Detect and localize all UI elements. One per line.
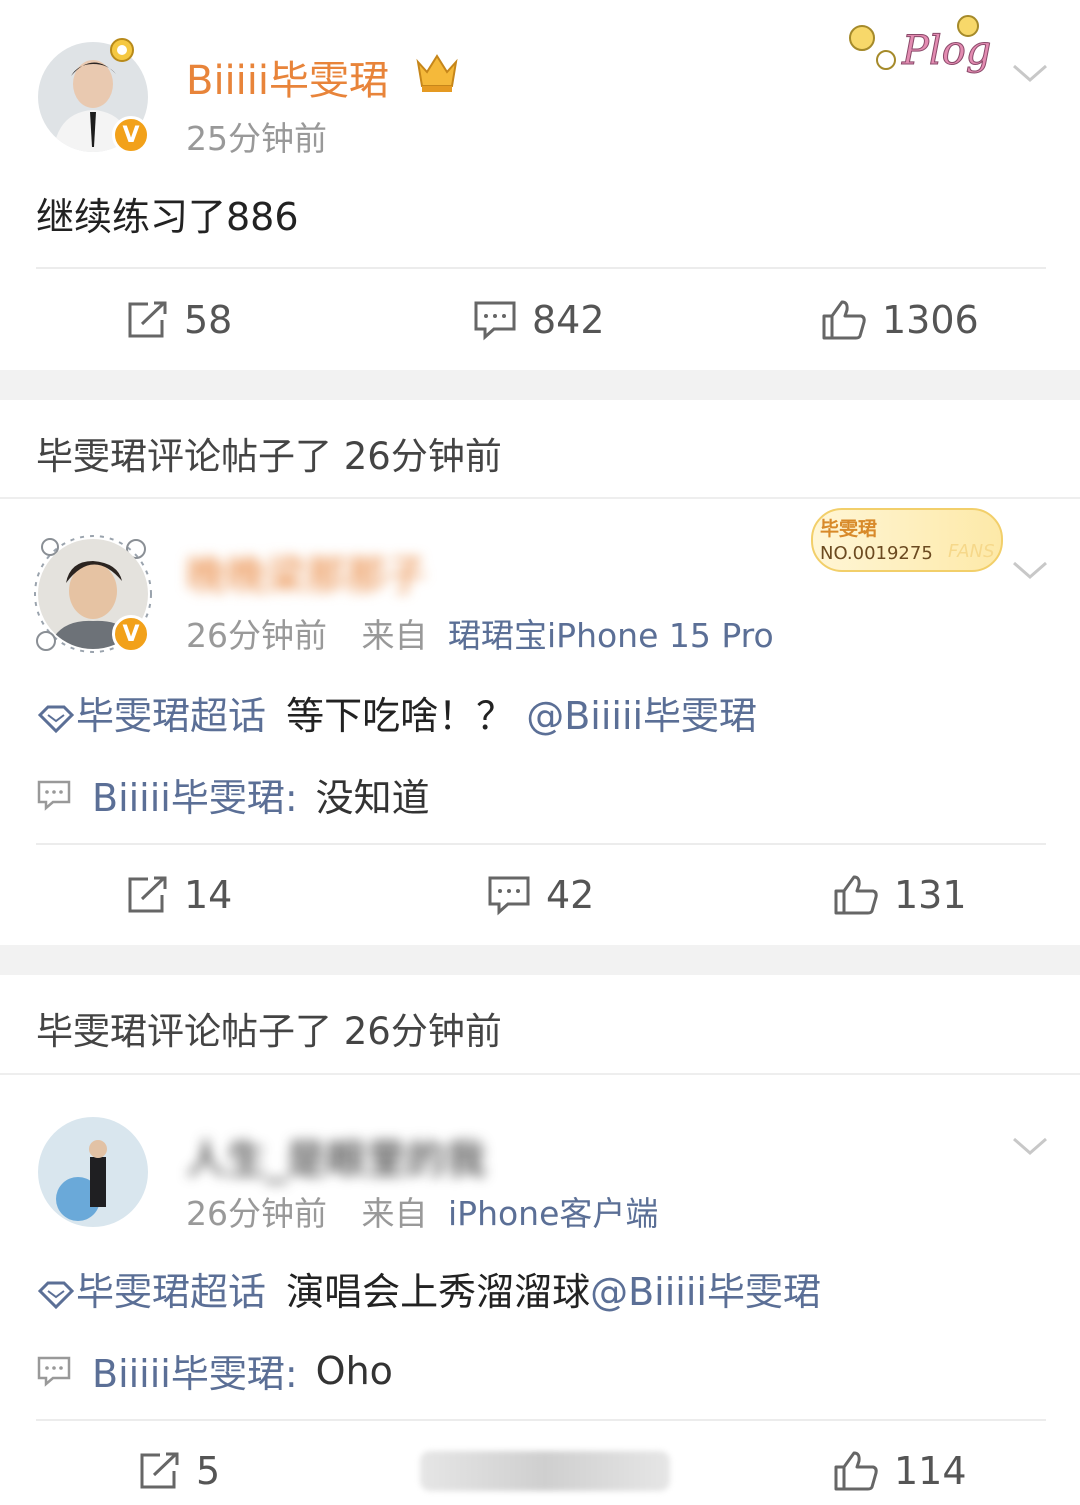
like-count: 114 [894, 1449, 967, 1493]
comment-count: 842 [532, 298, 605, 342]
post-source[interactable]: 珺珺宝iPhone 15 Pro [448, 616, 774, 655]
svg-text:NO.0019275: NO.0019275 [820, 543, 933, 564]
fans-badge: 毕雯珺 NO.0019275 FANS [810, 505, 1004, 575]
home-indicator [420, 1451, 670, 1491]
topic-link[interactable]: 毕雯珺超话 [76, 1270, 266, 1314]
source-prefix: 来自 [361, 1194, 428, 1233]
svg-text:FANS: FANS [948, 541, 995, 562]
avatar[interactable] [38, 1117, 148, 1227]
source-prefix: 来自 [361, 616, 428, 655]
username[interactable]: 人生_是眼里的我 [186, 1127, 486, 1185]
reply-text: 没知道 [315, 776, 430, 820]
post-meta: 26分钟前 来自 珺珺宝iPhone 15 Pro [186, 609, 774, 657]
like-button[interactable]: 1306 [820, 270, 979, 370]
post-time: 26分钟前 [186, 1194, 327, 1233]
comment-icon [474, 301, 516, 341]
post-2: V 晚晚梁那那子 毕雯珺 NO.0019275 FANS 26分钟前 来自 珺珺… [0, 499, 1080, 945]
mention-link[interactable]: @Biiiii毕雯珺 [590, 1270, 821, 1314]
like-count: 1306 [882, 298, 979, 342]
post-content: 毕雯珺超话 演唱会上秀溜溜球@Biiiii毕雯珺 [36, 1261, 821, 1316]
crown-badge-icon [412, 50, 462, 94]
action-bar: 14 42 131 [0, 845, 1080, 945]
comment-icon [488, 876, 530, 916]
repost-icon [128, 301, 167, 338]
post-meta: 26分钟前 来自 iPhone客户端 [186, 1187, 658, 1235]
action-bar: 5 114 [0, 1421, 1080, 1505]
like-icon [834, 875, 878, 915]
post-time: 25分钟前 [186, 119, 327, 158]
like-count: 131 [894, 873, 967, 917]
topic-diamond-icon [37, 705, 75, 733]
topic-diamond-icon [37, 1281, 75, 1309]
chevron-down-icon[interactable] [1010, 555, 1050, 585]
post-source[interactable]: iPhone客户端 [448, 1194, 658, 1233]
username[interactable]: 晚晚梁那那子 [186, 543, 426, 601]
repost-icon [128, 876, 167, 913]
chevron-down-icon[interactable] [1010, 58, 1050, 88]
repost-button[interactable]: 58 [126, 270, 232, 370]
reply-author[interactable]: Biiiii毕雯珺: [92, 767, 298, 822]
plog-sticker: Plog [840, 8, 1000, 84]
repost-count: 58 [184, 298, 233, 342]
reply-author[interactable]: Biiiii毕雯珺: [92, 1343, 298, 1398]
verify-badge-icon: V [112, 615, 150, 653]
section-title: 毕雯珺评论帖子了 26分钟前 [36, 1010, 502, 1053]
svg-text:毕雯珺: 毕雯珺 [820, 518, 877, 540]
topic-link[interactable]: 毕雯珺超话 [76, 694, 266, 738]
repost-count: 5 [196, 1449, 221, 1493]
reply-text: Oho [315, 1348, 393, 1393]
section-gap [0, 370, 1080, 400]
section-gap [0, 945, 1080, 975]
comment-button[interactable]: 42 [486, 845, 594, 945]
mention-link[interactable]: @Biiiii毕雯珺 [526, 694, 757, 738]
chevron-down-icon[interactable] [1010, 1131, 1050, 1161]
like-button[interactable]: 114 [832, 1421, 967, 1505]
username[interactable]: Biiiii毕雯珺 [186, 48, 389, 106]
featured-reply[interactable]: Biiiii毕雯珺: 没知道 [36, 767, 430, 822]
post-text: 演唱会上秀溜溜球 [274, 1270, 591, 1314]
like-icon [822, 300, 866, 340]
comment-button[interactable]: 842 [472, 270, 605, 370]
repost-button[interactable]: 5 [138, 1421, 220, 1505]
comment-count: 42 [546, 873, 595, 917]
like-button[interactable]: 131 [832, 845, 967, 945]
svg-text:Plog: Plog [901, 28, 991, 74]
section-title: 毕雯珺评论帖子了 26分钟前 [36, 435, 502, 478]
reply-comment-icon [37, 1356, 71, 1387]
action-bar: 58 842 1306 [0, 270, 1080, 370]
post-1: V Biiiii毕雯珺 25分钟前 Plog 继续练习了886 58 842 1… [0, 0, 1080, 370]
featured-reply[interactable]: Biiiii毕雯珺: Oho [36, 1343, 393, 1398]
decoration-badge [104, 34, 140, 64]
repost-count: 14 [184, 873, 233, 917]
post-content: 继续练习了886 [36, 195, 299, 239]
post-text: 等下吃啥！？ [274, 694, 515, 738]
repost-button[interactable]: 14 [126, 845, 232, 945]
divider [36, 267, 1046, 269]
verify-badge-icon: V [112, 116, 150, 154]
like-icon [834, 1451, 878, 1491]
post-content: 毕雯珺超话 等下吃啥！？ @Biiiii毕雯珺 [36, 685, 757, 740]
repost-icon [140, 1452, 179, 1489]
post-3: 人生_是眼里的我 26分钟前 来自 iPhone客户端 毕雯珺超话 演唱会上秀溜… [0, 1075, 1080, 1505]
reply-comment-icon [37, 780, 71, 811]
post-time: 26分钟前 [186, 616, 327, 655]
